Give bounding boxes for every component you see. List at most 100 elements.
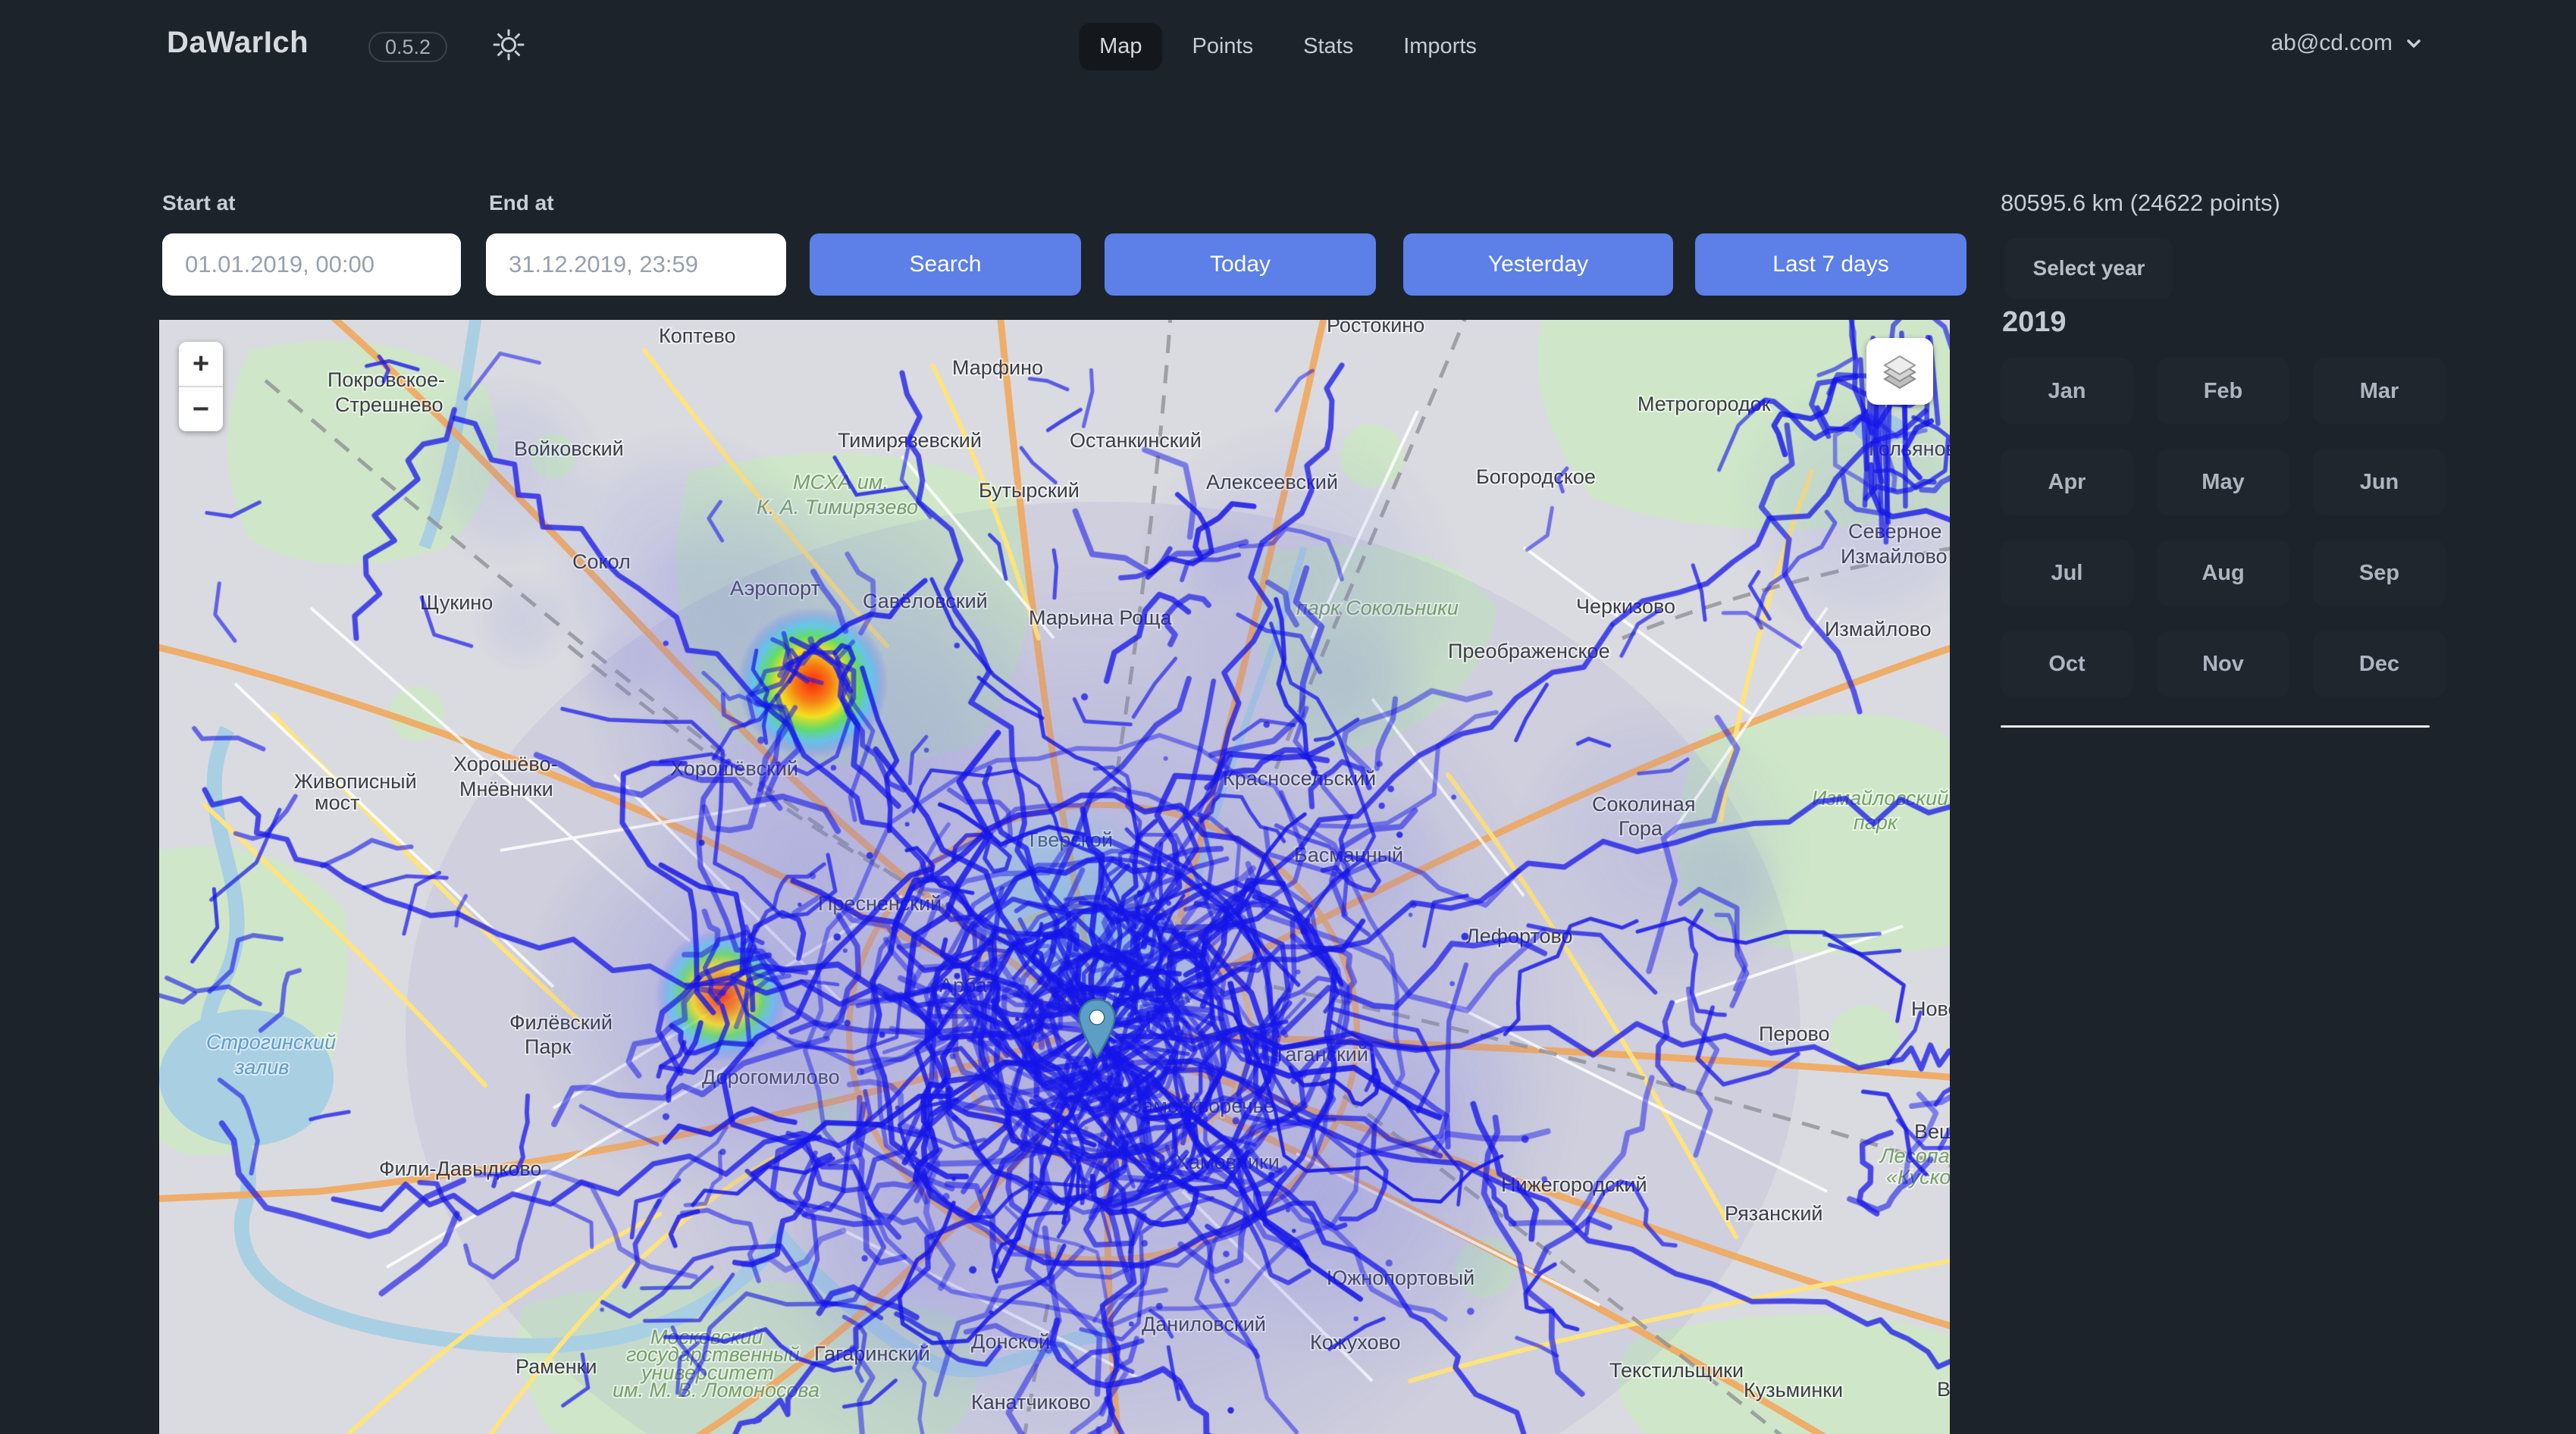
map-label: Останкинский xyxy=(1070,429,1202,452)
map-label: Выхино xyxy=(1937,1378,1950,1401)
tab-stats[interactable]: Stats xyxy=(1283,23,1374,70)
map-label: Тимирязевский xyxy=(838,429,982,452)
month-button-nov[interactable]: Nov xyxy=(2157,631,2289,697)
distance-points-stat: 80595.6 km (24622 points) xyxy=(2001,189,2280,217)
map-label: Коптево xyxy=(659,324,736,347)
map-label: Донской xyxy=(971,1330,1050,1353)
app-logo: DaWarIch xyxy=(167,26,309,60)
map-label: Черкизово xyxy=(1576,595,1675,618)
map-label: Московский xyxy=(650,1326,763,1348)
map-label: Измайлово xyxy=(1841,545,1948,568)
map-label: Аэропорт xyxy=(730,577,820,600)
map-label: парк Сокольники xyxy=(1296,596,1459,619)
month-button-aug[interactable]: Aug xyxy=(2157,540,2289,606)
map-label: Живописный xyxy=(294,770,417,793)
version-badge: 0.5.2 xyxy=(368,32,447,62)
tab-imports[interactable]: Imports xyxy=(1383,23,1497,70)
map-label: Алексеевский xyxy=(1206,471,1338,493)
select-year-button[interactable]: Select year xyxy=(2005,238,2173,299)
user-email: ab@cd.com xyxy=(2270,30,2393,56)
month-button-sep[interactable]: Sep xyxy=(2313,540,2446,606)
map-label: Текстильщики xyxy=(1609,1359,1744,1382)
month-button-may[interactable]: May xyxy=(2157,449,2289,515)
map-label: Хамовники xyxy=(1175,1151,1280,1173)
map-label: Басманный xyxy=(1294,844,1403,866)
month-button-apr[interactable]: Apr xyxy=(2001,449,2133,515)
map-label: Северное xyxy=(1848,520,1942,543)
map-label: Гора xyxy=(1619,817,1663,840)
month-button-jul[interactable]: Jul xyxy=(2001,540,2133,606)
theme-toggle-button[interactable] xyxy=(491,27,526,62)
account-menu[interactable]: ab@cd.com xyxy=(2270,30,2424,56)
sun-icon xyxy=(491,27,526,62)
sidebar-divider xyxy=(2001,725,2430,728)
map-label: Красносельский xyxy=(1223,767,1376,790)
zoom-in-button[interactable]: + xyxy=(179,342,223,386)
last-7-days-button[interactable]: Last 7 days xyxy=(1695,233,1966,296)
map-label: Богородское xyxy=(1476,465,1596,488)
month-button-dec[interactable]: Dec xyxy=(2313,631,2446,697)
map-label: Вешняки xyxy=(1914,1120,1950,1143)
map-label: Измайлово xyxy=(1825,618,1932,640)
map-label: залив xyxy=(234,1056,289,1079)
end-at-label: End at xyxy=(489,191,554,215)
map-label: Гольяново xyxy=(1869,437,1950,460)
map-label: государственный xyxy=(626,1343,800,1366)
map-label: Лесопарк xyxy=(1879,1144,1950,1167)
map-label: Метрогородок xyxy=(1637,393,1771,415)
map-label: Дорогомилово xyxy=(702,1066,840,1088)
start-at-label: Start at xyxy=(162,191,235,215)
map-label: «Кусково» xyxy=(1886,1166,1950,1188)
start-at-input[interactable] xyxy=(162,233,461,296)
map-label: Таганский xyxy=(1274,1043,1368,1066)
map-container[interactable]: Коптево Марфино Покровское-Стрешнево Тимиря… xyxy=(159,320,1950,1434)
main-nav: Map Points Stats Imports xyxy=(1079,23,1497,70)
map-label: Стрешнево xyxy=(335,393,443,416)
map-label: Перово xyxy=(1759,1022,1830,1045)
map-label: Марфино xyxy=(952,356,1043,379)
zoom-out-button[interactable]: − xyxy=(179,387,223,431)
map-label: Строгинский xyxy=(206,1031,336,1054)
map-label: Покровское- xyxy=(327,368,445,391)
map-label: Марьина Роща xyxy=(1029,606,1172,629)
map-label: Новогиреево xyxy=(1911,997,1950,1020)
map-label: Гагаринский xyxy=(814,1342,930,1365)
layers-control-button[interactable] xyxy=(1866,338,1933,405)
map-label: Канатчиково xyxy=(971,1391,1091,1414)
map-label: Преображенское xyxy=(1448,640,1610,662)
map-label: Нижегородский xyxy=(1501,1173,1647,1196)
yesterday-button[interactable]: Yesterday xyxy=(1403,233,1673,296)
map-label: Пресненский xyxy=(818,892,942,915)
map-label: Лефортово xyxy=(1466,925,1573,947)
map-label: мост xyxy=(315,791,359,814)
map-label: им. М. В. Ломоносова xyxy=(613,1379,819,1401)
tab-map[interactable]: Map xyxy=(1079,23,1162,70)
map-label: Хорошёво- xyxy=(453,753,557,775)
month-button-jan[interactable]: Jan xyxy=(2001,358,2133,424)
month-button-mar[interactable]: Mar xyxy=(2313,358,2446,424)
today-button[interactable]: Today xyxy=(1105,233,1376,296)
map-label: Мнёвники xyxy=(459,778,553,800)
map-label: парк xyxy=(1854,811,1898,834)
map-label: Измайловский xyxy=(1812,787,1948,809)
month-button-jun[interactable]: Jun xyxy=(2313,449,2446,515)
search-button[interactable]: Search xyxy=(810,233,1081,296)
map-label: Арбат xyxy=(939,974,996,997)
tab-points[interactable]: Points xyxy=(1172,23,1274,70)
map-label: Рязанский xyxy=(1725,1202,1823,1225)
zoom-control: + − xyxy=(179,342,223,431)
map-basemap: Коптево Марфино Покровское-Стрешнево Тимиря… xyxy=(159,320,1950,1434)
month-button-feb[interactable]: Feb xyxy=(2157,358,2289,424)
map-label: Сокол xyxy=(572,550,631,573)
map-label: Кожухово xyxy=(1310,1331,1401,1354)
map-label: Соколиная xyxy=(1592,793,1695,816)
map-label: университет xyxy=(640,1361,774,1384)
map-label: Замоскворечье xyxy=(1130,1094,1275,1117)
map-label: Хорошёвский xyxy=(670,757,798,780)
map-marker-pin[interactable] xyxy=(1077,998,1117,1059)
end-at-input[interactable] xyxy=(486,233,786,296)
map-label: Раменки xyxy=(516,1355,597,1378)
map-label: Парк xyxy=(525,1035,571,1058)
month-button-oct[interactable]: Oct xyxy=(2001,631,2133,697)
map-label: Тверской xyxy=(1026,828,1113,851)
